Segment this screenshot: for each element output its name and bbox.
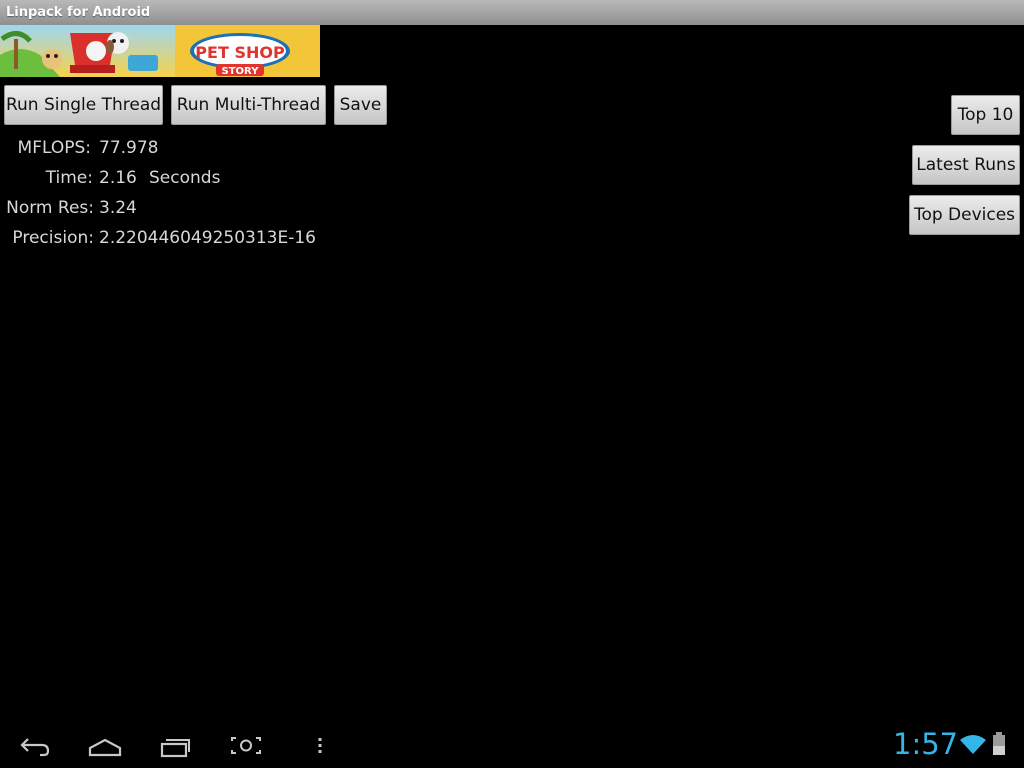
mflops-label: MFLOPS:: [17, 138, 91, 158]
run-multi-thread-button[interactable]: Run Multi-Thread: [171, 85, 326, 125]
wifi-icon: [960, 735, 986, 754]
latest-runs-button[interactable]: Latest Runs: [912, 145, 1020, 185]
ad-banner[interactable]: PET SHOP STORY: [0, 25, 320, 77]
screenshot-icon[interactable]: [229, 730, 263, 760]
recent-apps-icon[interactable]: [159, 730, 193, 760]
menu-icon[interactable]: [312, 730, 328, 760]
status-clock: 1:57: [893, 727, 959, 761]
norm-res-label: Norm Res:: [6, 198, 94, 218]
ad-brand-line2: STORY: [222, 66, 260, 77]
ad-banner-art: PET SHOP STORY: [0, 25, 320, 77]
app-title: Linpack for Android: [6, 5, 151, 20]
battery-icon: [993, 732, 1005, 755]
top-10-button[interactable]: Top 10: [951, 95, 1020, 135]
precision-value: 2.220446049250313E-16: [99, 228, 316, 248]
ad-brand-line1: PET SHOP: [195, 43, 285, 62]
app-title-bar: Linpack for Android: [0, 0, 1024, 25]
back-icon[interactable]: [18, 730, 52, 760]
system-nav-bar: [0, 722, 1024, 768]
save-button[interactable]: Save: [334, 85, 387, 125]
mflops-value: 77.978: [99, 138, 159, 158]
time-label: Time:: [45, 168, 93, 188]
time-unit: Seconds: [149, 168, 221, 188]
top-devices-button[interactable]: Top Devices: [909, 195, 1020, 235]
time-value: 2.16: [99, 168, 137, 188]
norm-res-value: 3.24: [99, 198, 137, 218]
home-icon[interactable]: [87, 730, 123, 760]
run-single-thread-button[interactable]: Run Single Thread: [4, 85, 163, 125]
precision-label: Precision:: [12, 228, 94, 248]
